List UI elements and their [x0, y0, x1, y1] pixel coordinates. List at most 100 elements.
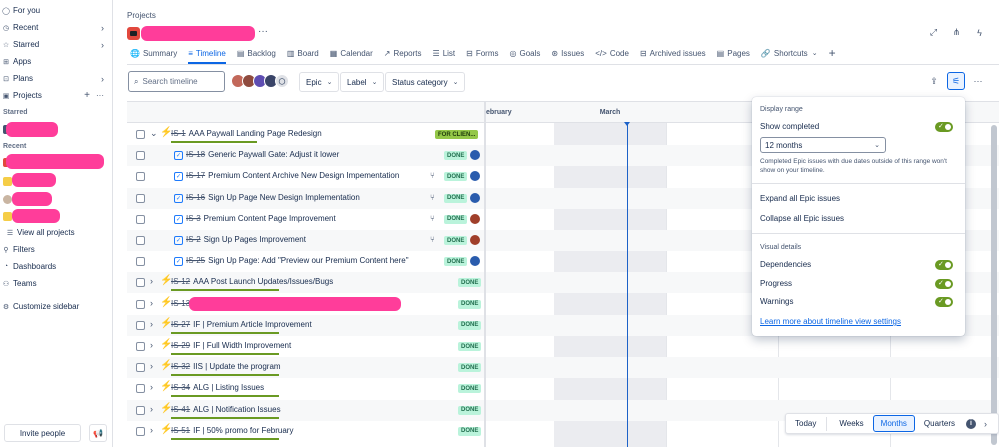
- project-more-button[interactable]: ···: [258, 26, 268, 37]
- view-settings-icon[interactable]: ⚟: [947, 72, 965, 90]
- assignee-avatar[interactable]: [470, 150, 480, 161]
- issue-title[interactable]: IS-18 Generic Paywall Gate: Adjust it low…: [186, 150, 339, 159]
- redacted-project-name[interactable]: [12, 192, 52, 206]
- scrollbar[interactable]: [991, 125, 997, 445]
- tab-timeline[interactable]: ≡ Timeline: [188, 44, 226, 64]
- today-button[interactable]: Today: [788, 415, 823, 432]
- sidebar-item-teams[interactable]: ⚇ Teams: [0, 275, 112, 292]
- assignee-avatar[interactable]: [470, 192, 480, 203]
- search-timeline[interactable]: ⌕: [128, 71, 225, 92]
- timeline-row[interactable]: › ⚡ IS-29 IF | Full Width Improvement DONE: [127, 336, 999, 357]
- chevron-right-icon[interactable]: ›: [150, 425, 153, 435]
- redacted-project-name[interactable]: [12, 173, 56, 187]
- issue-title[interactable]: IS-34 ALG | Listing Issues: [171, 383, 264, 392]
- display-range-select[interactable]: 12 months ⌄: [760, 137, 886, 153]
- issue-title[interactable]: IS-12 AAA Post Launch Updates/Issues/Bugs: [171, 277, 333, 286]
- issue-title[interactable]: IS-25 Sign Up Page: Add "Preview our Prem…: [186, 256, 409, 265]
- tab-code[interactable]: </> Code: [595, 44, 629, 62]
- feedback-button[interactable]: 📢: [89, 424, 107, 442]
- status-lozenge[interactable]: DONE: [458, 426, 482, 436]
- sidebar-item-apps[interactable]: ⊞ Apps: [0, 53, 112, 70]
- row-checkbox[interactable]: [136, 130, 145, 139]
- status-lozenge[interactable]: FOR CLIEN...: [435, 130, 479, 139]
- chevron-right-icon[interactable]: ›: [150, 404, 153, 414]
- status-lozenge[interactable]: DONE: [444, 151, 468, 161]
- issue-title[interactable]: IS-2 Sign Up Pages Improvement: [186, 235, 306, 244]
- tab-board[interactable]: ▥ Board: [287, 44, 319, 62]
- more-icon[interactable]: ···: [96, 91, 104, 100]
- status-lozenge[interactable]: DONE: [458, 299, 482, 309]
- row-checkbox[interactable]: [136, 193, 145, 203]
- weeks-button[interactable]: Weeks: [832, 415, 870, 432]
- warnings-toggle[interactable]: ✓: [935, 297, 953, 307]
- tab-backlog[interactable]: ▤ Backlog: [237, 44, 276, 62]
- status-lozenge[interactable]: DONE: [444, 257, 468, 267]
- epic-filter[interactable]: Epic ⌄: [299, 72, 340, 92]
- tab-goals[interactable]: ◎ Goals: [510, 44, 541, 62]
- collapse-all-epics[interactable]: Collapse all Epic issues: [760, 214, 844, 223]
- unassigned-avatar[interactable]: ◯: [275, 74, 289, 88]
- issue-title[interactable]: IS-29 IF | Full Width Improvement: [171, 341, 291, 350]
- plus-icon[interactable]: +: [84, 90, 90, 101]
- child-issues-icon[interactable]: ⑂: [430, 235, 435, 244]
- status-lozenge[interactable]: DONE: [458, 405, 482, 415]
- info-icon[interactable]: i: [966, 418, 977, 429]
- timeline-row[interactable]: › ⚡ IS-32 IIS | Update the program DONE: [127, 357, 999, 379]
- row-checkbox[interactable]: [136, 405, 145, 415]
- pane-splitter[interactable]: [484, 102, 486, 447]
- child-issues-icon[interactable]: ⑂: [430, 193, 435, 202]
- tab-shortcuts[interactable]: 🔗 Shortcuts ⌄: [761, 44, 818, 62]
- sidebar-item-dashboards[interactable]: ◔ Dashboards: [0, 258, 112, 275]
- timeline-row[interactable]: › ⚡ IS-34 ALG | Listing Issues DONE: [127, 378, 999, 399]
- status-lozenge[interactable]: DONE: [444, 236, 468, 245]
- row-checkbox[interactable]: [136, 151, 145, 161]
- learn-more-link[interactable]: Learn more about timeline view settings: [760, 317, 901, 326]
- row-checkbox[interactable]: [136, 299, 145, 309]
- expand-icon[interactable]: ⤢: [925, 24, 942, 41]
- tab-calendar[interactable]: ▦ Calendar: [330, 44, 373, 62]
- row-checkbox[interactable]: [136, 236, 145, 245]
- row-checkbox[interactable]: [136, 342, 145, 351]
- status-lozenge[interactable]: DONE: [458, 278, 482, 288]
- dependencies-toggle[interactable]: ✓: [935, 260, 953, 270]
- customize-sidebar[interactable]: ⚙ Customize sidebar: [0, 298, 112, 315]
- sidebar-item-recent[interactable]: ◷ Recent ›: [0, 19, 112, 36]
- tab-summary[interactable]: 🌐 Summary: [130, 44, 177, 62]
- chevron-right-icon[interactable]: ›: [150, 319, 153, 329]
- share-icon[interactable]: ⋔: [948, 24, 965, 41]
- issue-title[interactable]: IS-1 AAA Paywall Landing Page Redesign: [171, 129, 322, 138]
- issue-title[interactable]: IS-27 IF | Premium Article Improvement: [171, 320, 312, 329]
- label-filter[interactable]: Label ⌄: [340, 72, 385, 92]
- status-lozenge[interactable]: DONE: [444, 214, 468, 224]
- chevron-right-icon[interactable]: ›: [150, 276, 153, 286]
- sidebar-item-starred[interactable]: ☆ Starred ›: [0, 36, 112, 53]
- automation-icon[interactable]: ϟ: [971, 24, 988, 41]
- row-checkbox[interactable]: [136, 320, 145, 330]
- more-options-icon[interactable]: ···: [969, 72, 987, 90]
- tab-list[interactable]: ☰ List: [433, 44, 456, 62]
- row-checkbox[interactable]: [136, 426, 145, 436]
- row-checkbox[interactable]: [136, 257, 145, 267]
- child-issues-icon[interactable]: ⑂: [430, 171, 435, 180]
- sidebar-item-filters[interactable]: ⚲ Filters: [0, 241, 112, 258]
- row-checkbox[interactable]: [136, 363, 145, 373]
- issue-title[interactable]: IS-51 IF | 50% promo for February: [171, 426, 293, 435]
- assignee-avatar[interactable]: [470, 213, 480, 224]
- status-category-filter[interactable]: Status category ⌄: [385, 72, 466, 92]
- row-checkbox[interactable]: [136, 384, 145, 394]
- status-lozenge[interactable]: DONE: [458, 320, 482, 330]
- status-lozenge[interactable]: DONE: [458, 384, 482, 394]
- status-lozenge[interactable]: DONE: [458, 342, 482, 351]
- tab-forms[interactable]: ⊟ Forms: [466, 44, 498, 62]
- progress-toggle[interactable]: ✓: [935, 279, 953, 289]
- search-input[interactable]: [142, 77, 213, 86]
- issue-title[interactable]: IS-32 IIS | Update the program: [171, 362, 281, 371]
- issue-title[interactable]: IS-41 ALG | Notification Issues: [171, 405, 281, 414]
- row-checkbox[interactable]: [136, 172, 145, 182]
- issue-title[interactable]: IS-3 Premium Content Page Improvement: [186, 214, 336, 223]
- status-lozenge[interactable]: DONE: [444, 193, 468, 203]
- redacted-project-name[interactable]: [6, 154, 104, 169]
- redacted-project-name[interactable]: [6, 122, 58, 137]
- chevron-right-icon[interactable]: ›: [150, 340, 153, 350]
- view-all-projects[interactable]: ☰ View all projects: [0, 224, 112, 241]
